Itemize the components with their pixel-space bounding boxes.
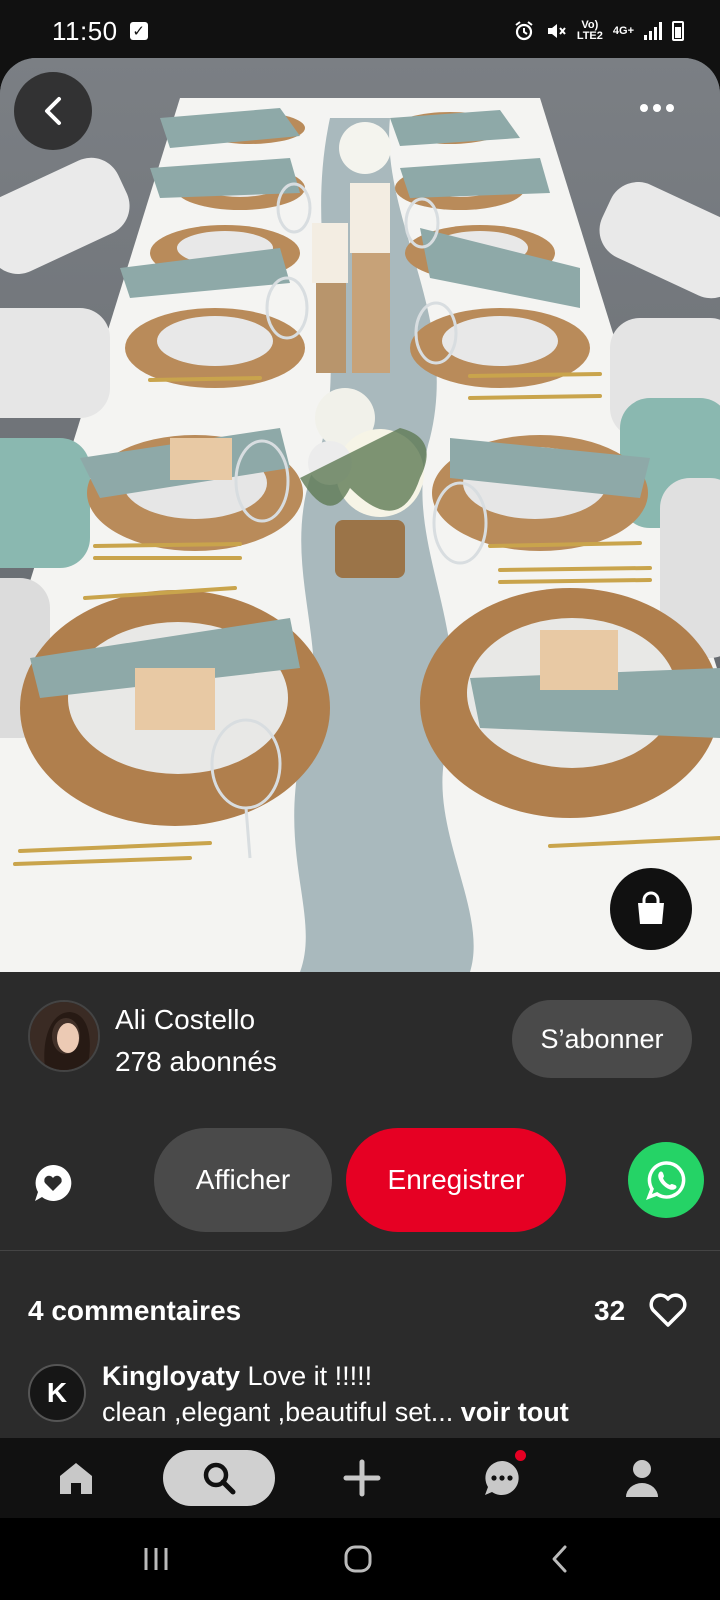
like-button[interactable]	[648, 1292, 688, 1328]
back-button[interactable]	[14, 72, 92, 150]
network-label: Vo) LTE2	[576, 19, 603, 42]
comment-text: Kingloyaty Love it !!!!!	[102, 1361, 372, 1392]
table-setting-illustration	[0, 58, 720, 972]
save-button[interactable]: Enregistrer	[346, 1128, 566, 1232]
plus-icon	[343, 1459, 381, 1497]
nav-create[interactable]	[326, 1438, 398, 1518]
avatar[interactable]	[28, 1000, 100, 1072]
bottom-navigation	[0, 1438, 720, 1518]
status-icons: Vo) LTE2 4G+	[513, 20, 684, 42]
notification-dot	[515, 1450, 526, 1461]
mute-icon	[547, 24, 566, 38]
view-button[interactable]: Afficher	[154, 1128, 332, 1232]
status-time: 11:50	[52, 15, 118, 46]
more-options-button[interactable]	[640, 100, 680, 116]
alarm-icon	[515, 21, 533, 41]
comment-button[interactable]	[28, 1158, 78, 1208]
nav-profile[interactable]	[606, 1438, 678, 1518]
whatsapp-share-button[interactable]	[628, 1142, 704, 1218]
nav-search[interactable]	[162, 1438, 276, 1518]
profile-icon	[626, 1460, 658, 1497]
comment-heart-icon	[35, 1164, 72, 1201]
whatsapp-icon	[646, 1161, 686, 1200]
like-count: 32	[594, 1295, 626, 1326]
signal-icon	[644, 22, 662, 40]
follower-count: 278 abonnés	[115, 1046, 277, 1077]
more-dots-icon	[640, 104, 648, 112]
messages-icon	[485, 1461, 519, 1495]
follow-button[interactable]: S’abonner	[512, 1000, 692, 1078]
recents-button[interactable]	[120, 1518, 192, 1600]
network-type: 4G+	[612, 25, 634, 37]
back-chevron-icon	[552, 1545, 567, 1573]
search-icon	[203, 1462, 236, 1495]
see-all-link[interactable]: voir tout	[453, 1397, 569, 1427]
home-circle-icon	[344, 1545, 372, 1573]
comment-avatar[interactable]: K	[28, 1364, 86, 1422]
heart-icon	[649, 1293, 687, 1327]
back-system-button[interactable]	[524, 1518, 596, 1600]
battery-icon	[672, 21, 684, 41]
recents-icon	[144, 1548, 168, 1570]
home-system-button[interactable]	[322, 1518, 394, 1600]
system-navigation	[0, 1518, 720, 1600]
status-bar: 11:50 ✓ Vo) LTE2 4G+	[0, 0, 720, 62]
home-icon	[60, 1463, 92, 1494]
comment-body: Love it !!!!!	[240, 1361, 373, 1391]
nav-messages[interactable]	[466, 1438, 538, 1518]
back-arrow-icon	[45, 97, 61, 125]
comment-username[interactable]: Kingloyaty	[102, 1361, 240, 1391]
pin-image[interactable]	[0, 58, 720, 972]
comments-title[interactable]: 4 commentaires	[28, 1295, 241, 1327]
author-name[interactable]: Ali Costello	[115, 1004, 255, 1036]
shopping-bag-icon	[638, 891, 664, 924]
comment-text-continued: clean ,elegant ,beautiful set... voir to…	[102, 1397, 569, 1428]
checkbox-icon: ✓	[129, 22, 148, 40]
divider	[0, 1250, 720, 1251]
shop-button[interactable]	[610, 868, 692, 950]
comment-body-continued: clean ,elegant ,beautiful set...	[102, 1397, 454, 1427]
nav-home[interactable]	[40, 1438, 112, 1518]
